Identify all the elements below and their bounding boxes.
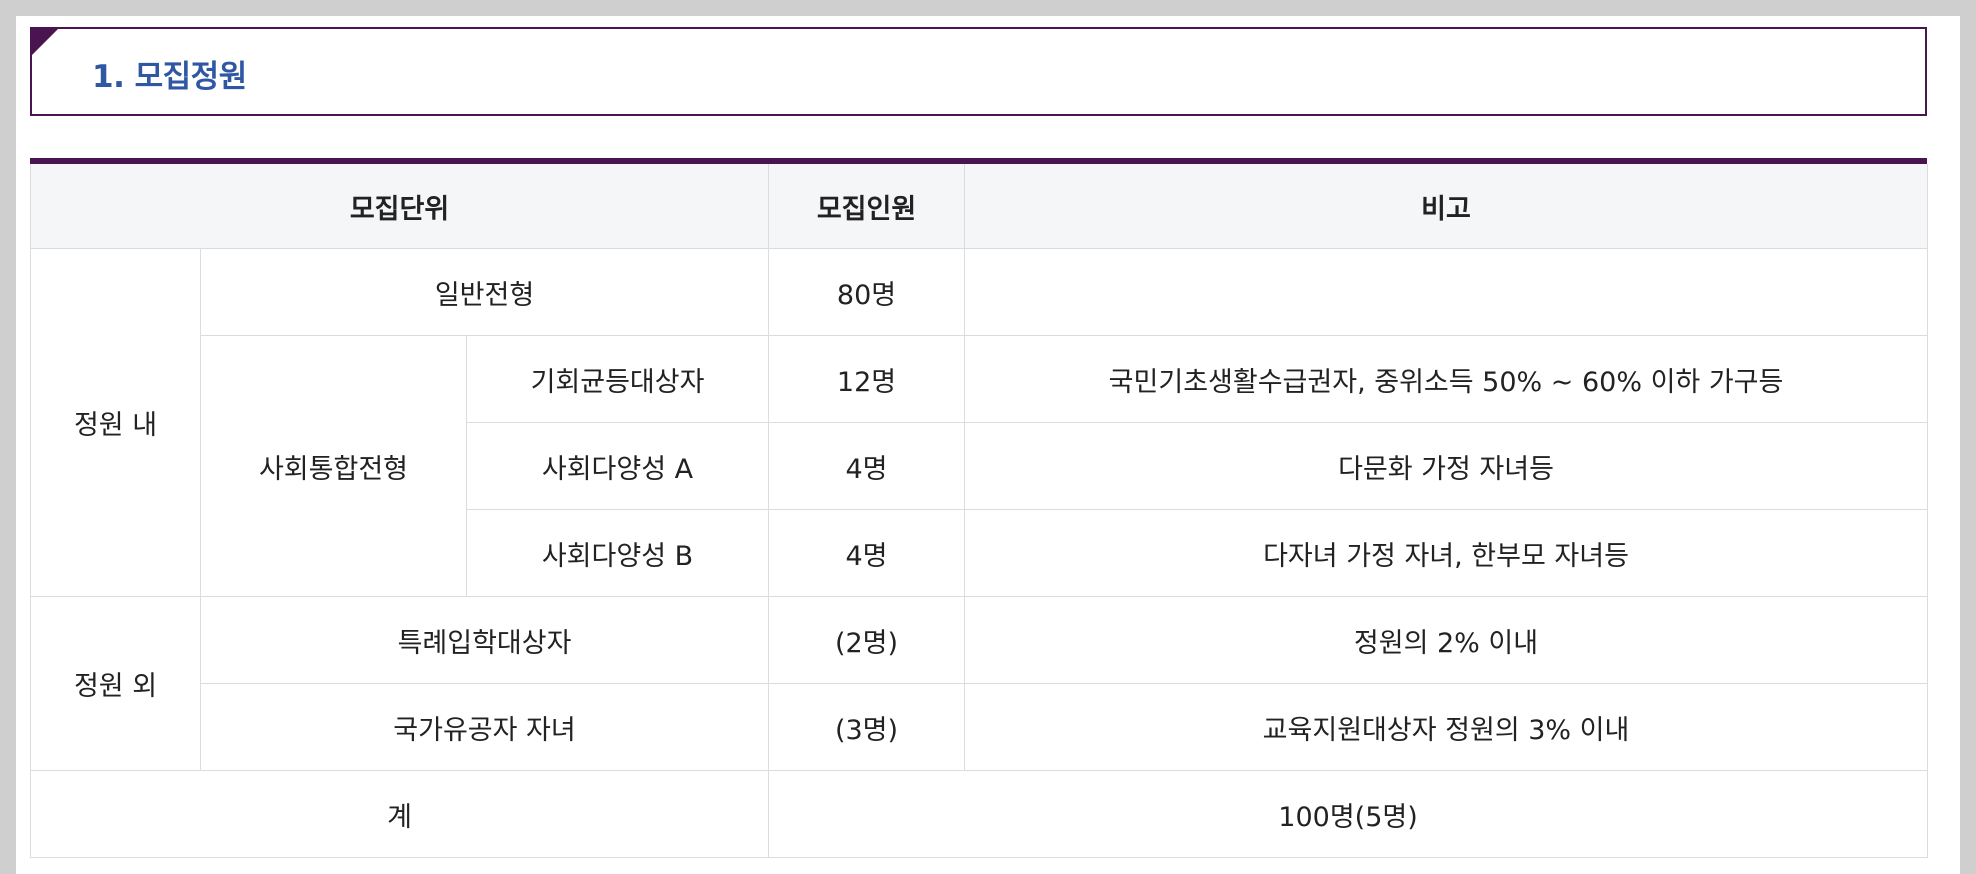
row-note: 다자녀 가정 자녀, 한부모 자녀등 (964, 509, 1929, 597)
header-unit: 모집단위 (29, 164, 770, 249)
header-count: 모집인원 (768, 164, 966, 249)
row-name: 일반전형 (199, 248, 770, 336)
row-count: 12명 (768, 335, 966, 423)
page: 1. 모집정원 모집단위 모집인원 비고 정원 내 일반전형 80명 사회통합전… (16, 16, 1960, 874)
row-name: 특례입학대상자 (199, 596, 770, 684)
row-count: 80명 (768, 248, 966, 336)
row-count: 4명 (768, 509, 966, 597)
row-count: 4명 (768, 422, 966, 510)
table-row: 국가유공자 자녀 (3명) 교육지원대상자 정원의 3% 이내 (31, 683, 1929, 771)
group-outside: 정원 외 (30, 596, 201, 771)
group-inside: 정원 내 (30, 248, 201, 597)
total-row: 계 100명(5명) (29, 770, 1929, 858)
row-note: 정원의 2% 이내 (964, 596, 1929, 684)
section-title: 1. 모집정원 (92, 59, 247, 95)
recruitment-table-wrap: 모집단위 모집인원 비고 정원 내 일반전형 80명 사회통합전형 기회균등대상… (29, 158, 1929, 858)
row-count: (2명) (768, 596, 966, 684)
header-row: 모집단위 모집인원 비고 (29, 164, 1929, 249)
row-name: 국가유공자 자녀 (199, 683, 770, 771)
subgroup-social: 사회통합전형 (200, 335, 467, 597)
row-name: 사회다양성 B (465, 509, 770, 597)
table-row: 정원 내 일반전형 80명 (30, 248, 1929, 597)
corner-mark-icon (30, 27, 60, 57)
row-name: 기회균등대상자 (465, 335, 770, 423)
row-note: 국민기초생활수급권자, 중위소득 50% ~ 60% 이하 가구등 (964, 335, 1929, 423)
table-row: 사회통합전형 기회균등대상자 12명 국민기초생활수급권자, 중위소득 50% … (31, 335, 1929, 597)
row-note (964, 248, 1929, 336)
recruitment-table: 모집단위 모집인원 비고 정원 내 일반전형 80명 사회통합전형 기회균등대상… (29, 164, 1929, 858)
header-note: 비고 (964, 164, 1929, 249)
row-count: (3명) (768, 683, 966, 771)
table-row: 정원 외 특례입학대상자 (2명) 정원의 2% 이내 (30, 596, 1929, 771)
row-note: 교육지원대상자 정원의 3% 이내 (964, 683, 1929, 771)
row-note: 다문화 가정 자녀등 (964, 422, 1929, 510)
section-header: 1. 모집정원 (30, 27, 1927, 116)
row-name: 사회다양성 A (465, 422, 770, 510)
total-label: 계 (29, 770, 770, 858)
total-value: 100명(5명) (768, 770, 1929, 858)
